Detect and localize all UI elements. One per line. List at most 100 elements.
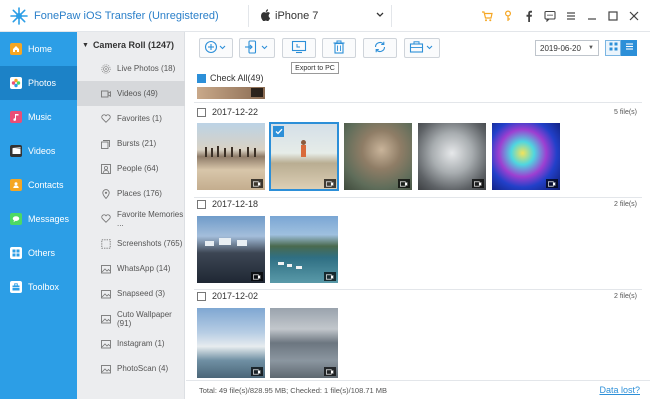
video-thumbnail[interactable] bbox=[197, 123, 265, 190]
sidebar-item-label: Favorites (1) bbox=[117, 114, 162, 123]
sidebar-item-cuto-wallpaper[interactable]: Cuto Wallpaper (91) bbox=[77, 306, 185, 331]
sidebar-item-label: Videos (49) bbox=[117, 89, 158, 98]
minimize-icon[interactable] bbox=[582, 8, 602, 24]
group-checkbox[interactable] bbox=[197, 291, 206, 301]
date-filter-select[interactable]: 2019-06-20 ▼ bbox=[535, 40, 599, 56]
check-all-checkbox[interactable] bbox=[197, 73, 206, 83]
nav-item-others[interactable]: Others bbox=[0, 236, 77, 270]
sidebar-item-favorites[interactable]: Favorites (1) bbox=[77, 106, 185, 131]
refresh-button[interactable] bbox=[363, 38, 397, 58]
chevron-down-icon bbox=[375, 9, 385, 24]
date-group-header: 2017-12-22 5 file(s) bbox=[197, 106, 637, 118]
video-camera-icon bbox=[251, 367, 263, 376]
video-thumbnail[interactable] bbox=[492, 123, 560, 190]
video-thumbnail-selected[interactable] bbox=[269, 122, 339, 191]
sidebar-item-places[interactable]: Places (176) bbox=[77, 181, 185, 206]
list-view-button[interactable] bbox=[621, 40, 637, 56]
date-filter-value: 2019-06-20 bbox=[540, 43, 581, 53]
selected-checkbox[interactable] bbox=[273, 126, 284, 137]
grid-view-button[interactable] bbox=[605, 40, 621, 56]
nav-item-label: Messages bbox=[28, 214, 70, 224]
data-lost-link[interactable]: Data lost? bbox=[599, 385, 640, 395]
video-thumbnail[interactable] bbox=[270, 216, 338, 283]
video-thumbnail[interactable] bbox=[418, 123, 486, 190]
menu-icon[interactable] bbox=[561, 8, 581, 24]
nav-item-home[interactable]: Home bbox=[0, 32, 77, 66]
nav-item-label: Toolbox bbox=[28, 282, 60, 292]
heart-icon bbox=[101, 114, 111, 124]
key-icon[interactable] bbox=[498, 8, 518, 24]
video-thumbnail[interactable] bbox=[197, 216, 265, 283]
album-icon bbox=[101, 289, 111, 299]
device-name: iPhone 7 bbox=[275, 10, 319, 22]
add-icon bbox=[204, 40, 228, 57]
main-panel: Export to PC 2019-06-20 ▼ Check All(49) … bbox=[186, 32, 650, 399]
video-camera-icon bbox=[324, 179, 336, 188]
video-thumbnail-partial[interactable] bbox=[197, 87, 265, 99]
add-button[interactable] bbox=[199, 38, 233, 58]
home-icon bbox=[10, 43, 22, 55]
sidebar-item-live-photos[interactable]: Live Photos (18) bbox=[77, 56, 185, 81]
refresh-icon bbox=[373, 40, 387, 57]
video-camera-icon bbox=[251, 272, 263, 281]
delete-button[interactable] bbox=[322, 38, 356, 58]
nav-item-label: Photos bbox=[28, 78, 57, 88]
sidebar-item-label: Instagram (1) bbox=[117, 339, 165, 348]
nav-item-label: Others bbox=[28, 248, 56, 258]
sidebar-item-instagram[interactable]: Instagram (1) bbox=[77, 331, 185, 356]
videos-icon bbox=[10, 145, 22, 157]
maximize-icon[interactable] bbox=[603, 8, 623, 24]
nav-item-messages[interactable]: Messages bbox=[0, 202, 77, 236]
nav-item-label: Music bbox=[28, 112, 52, 122]
video-camera-icon bbox=[251, 179, 263, 188]
app-title: FonePaw iOS Transfer (Unregistered) bbox=[34, 10, 219, 22]
video-thumbnail[interactable] bbox=[344, 123, 412, 190]
nav-item-contacts[interactable]: Contacts bbox=[0, 168, 77, 202]
toolkit-button[interactable] bbox=[404, 38, 440, 58]
export-to-device-button[interactable] bbox=[239, 38, 275, 58]
sidebar-item-label: Places (176) bbox=[117, 189, 162, 198]
sidebar-item-label: Screenshots (765) bbox=[117, 239, 183, 248]
video-camera-icon bbox=[472, 179, 484, 188]
heart-icon bbox=[101, 214, 111, 224]
sidebar-item-label: PhotoScan (4) bbox=[117, 364, 169, 373]
toolbar: Export to PC 2019-06-20 ▼ bbox=[186, 32, 650, 74]
sidebar-item-bursts[interactable]: Bursts (21) bbox=[77, 131, 185, 156]
others-icon bbox=[10, 247, 22, 259]
export-to-pc-button[interactable] bbox=[282, 38, 316, 58]
close-icon[interactable] bbox=[624, 8, 644, 24]
nav-item-label: Contacts bbox=[28, 180, 64, 190]
sidebar-item-videos[interactable]: Videos (49) bbox=[77, 81, 185, 106]
group-file-count: 2 file(s) bbox=[614, 200, 637, 208]
group-checkbox[interactable] bbox=[197, 107, 206, 117]
cart-icon[interactable] bbox=[477, 8, 497, 24]
video-thumbnail[interactable] bbox=[270, 308, 338, 378]
nav-item-toolbox[interactable]: Toolbox bbox=[0, 270, 77, 304]
nav-item-videos[interactable]: Videos bbox=[0, 134, 77, 168]
album-sidebar: ▼ Camera Roll (1247) Live Photos (18) Vi… bbox=[77, 32, 185, 399]
sidebar-item-people[interactable]: People (64) bbox=[77, 156, 185, 181]
toolkit-icon bbox=[409, 40, 435, 57]
sidebar-item-snapseed[interactable]: Snapseed (3) bbox=[77, 281, 185, 306]
facebook-icon[interactable] bbox=[519, 8, 539, 24]
sidebar-item-label: People (64) bbox=[117, 164, 159, 173]
sidebar-item-favorite-memories[interactable]: Favorite Memories ... bbox=[77, 206, 185, 231]
sidebar-item-screenshots[interactable]: Screenshots (765) bbox=[77, 231, 185, 256]
sidebar-item-photoscan[interactable]: PhotoScan (4) bbox=[77, 356, 185, 381]
nav-item-photos[interactable]: Photos bbox=[0, 66, 77, 100]
group-checkbox[interactable] bbox=[197, 199, 206, 209]
video-thumbnail[interactable] bbox=[197, 308, 265, 378]
group-date: 2017-12-22 bbox=[212, 107, 259, 117]
date-group-header: 2017-12-02 2 file(s) bbox=[197, 290, 637, 302]
video-camera-icon bbox=[546, 179, 558, 188]
nav-item-music[interactable]: Music bbox=[0, 100, 77, 134]
device-selector[interactable]: iPhone 7 bbox=[248, 5, 392, 27]
camera-roll-header[interactable]: ▼ Camera Roll (1247) bbox=[77, 36, 185, 54]
album-icon bbox=[101, 264, 111, 274]
feedback-icon[interactable] bbox=[540, 8, 560, 24]
check-all[interactable]: Check All(49) bbox=[197, 72, 264, 84]
album-icon bbox=[101, 339, 111, 349]
sidebar-item-label: Favorite Memories ... bbox=[117, 209, 184, 228]
nav-item-label: Videos bbox=[28, 146, 56, 156]
sidebar-item-whatsapp[interactable]: WhatsApp (14) bbox=[77, 256, 185, 281]
